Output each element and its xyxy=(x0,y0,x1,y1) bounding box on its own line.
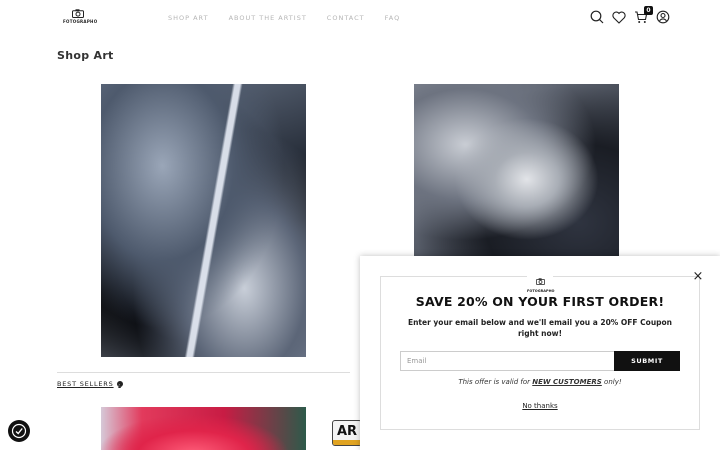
camera-icon xyxy=(72,9,84,18)
popup-subtext: Enter your email below and we'll email y… xyxy=(407,318,673,338)
artwork-image-2[interactable] xyxy=(414,84,619,257)
offer-note-prefix: This offer is valid for xyxy=(458,378,533,386)
offer-note-highlight: NEW CUSTOMERS xyxy=(532,378,602,386)
cart-count-badge: 0 xyxy=(644,6,653,15)
artwork-image-3[interactable] xyxy=(101,407,306,450)
nav-faq[interactable]: FAQ xyxy=(385,14,401,22)
cart-icon[interactable]: 0 xyxy=(633,6,653,25)
best-sellers-label: BEST SELLERS xyxy=(57,380,114,388)
section-divider xyxy=(57,372,350,373)
account-icon[interactable] xyxy=(655,9,671,25)
main-nav: SHOP ART ABOUT THE ARTIST CONTACT FAQ xyxy=(168,14,420,22)
offer-note: This offer is valid for NEW CUSTOMERS on… xyxy=(360,378,720,386)
header-icons: 0 xyxy=(589,6,671,25)
popup-logo: FOTOGRAPHO xyxy=(527,270,555,293)
heart-icon[interactable] xyxy=(611,9,627,25)
site-header: FOTOGRAPHO SHOP ART ABOUT THE ARTIST CON… xyxy=(0,0,720,38)
nav-about-the-artist[interactable]: ABOUT THE ARTIST xyxy=(229,14,307,22)
popup-logo-text: FOTOGRAPHO xyxy=(527,289,555,293)
submit-button[interactable]: SUBMIT xyxy=(614,351,680,371)
email-input[interactable] xyxy=(400,351,615,371)
offer-note-suffix: only! xyxy=(601,378,622,386)
page-title: Shop Art xyxy=(57,49,114,62)
ar-badge-text: AR xyxy=(336,424,358,439)
popup-headline: SAVE 20% ON YOUR FIRST ORDER! xyxy=(415,294,665,309)
nav-shop-art[interactable]: SHOP ART xyxy=(168,14,209,22)
artwork-image-1[interactable] xyxy=(101,84,306,357)
best-sellers-link[interactable]: BEST SELLERS › xyxy=(57,380,123,388)
nav-contact[interactable]: CONTACT xyxy=(327,14,365,22)
accessibility-button[interactable] xyxy=(8,420,30,442)
camera-icon xyxy=(535,278,545,285)
ar-badge[interactable]: AR xyxy=(332,420,362,446)
close-popup-button[interactable]: × xyxy=(691,270,705,284)
site-logo[interactable]: FOTOGRAPHO xyxy=(63,9,98,24)
close-icon: × xyxy=(692,269,704,284)
search-icon[interactable] xyxy=(589,9,605,25)
accessibility-icon xyxy=(11,423,27,439)
no-thanks-link[interactable]: No thanks xyxy=(360,402,720,410)
ar-badge-stripe xyxy=(333,440,361,445)
logo-text: FOTOGRAPHO xyxy=(63,19,98,24)
arrow-right-icon: › xyxy=(116,381,123,387)
